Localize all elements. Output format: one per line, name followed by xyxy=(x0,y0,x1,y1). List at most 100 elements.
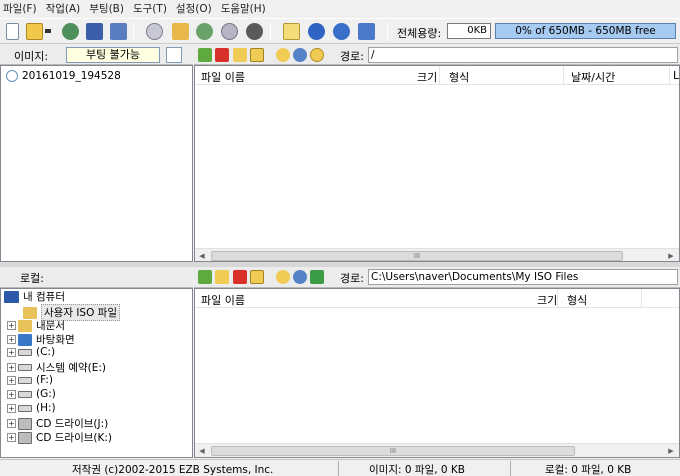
new-folder-icon[interactable] xyxy=(215,270,229,284)
expand-icon[interactable]: + xyxy=(7,419,16,428)
col-filename[interactable]: 파일 이름 xyxy=(201,292,245,308)
tree-item-drive-e[interactable]: + 시스템 예약(E:) xyxy=(7,360,106,375)
tree-item-label: CD 드라이브(K:) xyxy=(36,432,113,444)
open-icon[interactable] xyxy=(26,23,43,40)
tree-item-desktop[interactable]: + 바탕화면 xyxy=(7,332,75,347)
col-type[interactable]: 형식 xyxy=(567,292,587,308)
col-extra[interactable]: L xyxy=(673,69,679,82)
disc-root-icon xyxy=(6,70,18,82)
local-path-field[interactable]: C:\Users\naver\Documents\My ISO Files xyxy=(368,269,678,285)
new-folder-icon[interactable] xyxy=(233,48,247,62)
exit-icon[interactable] xyxy=(358,23,375,40)
image-file-list[interactable]: 파일 이름 크기 형식 날짜/시간 L ◀ III ▶ xyxy=(194,65,680,262)
tree-item-drive-c[interactable]: + (C:) xyxy=(7,346,55,358)
image-column-header: 파일 이름 크기 형식 날짜/시간 L xyxy=(195,66,679,85)
tree-item-documents[interactable]: + 내문서 xyxy=(7,318,65,333)
menu-options[interactable]: 설정(O) xyxy=(176,1,212,16)
expand-icon[interactable]: + xyxy=(7,389,16,399)
add-icon[interactable] xyxy=(276,270,290,284)
menu-boot[interactable]: 부팅(B) xyxy=(89,1,124,16)
menu-file[interactable]: 파일(F) xyxy=(3,1,37,16)
status-bar: 저작권 (c)2002-2015 EZB Systems, Inc. 이미지: … xyxy=(0,459,680,476)
col-type[interactable]: 형식 xyxy=(449,69,469,85)
scroll-right-icon[interactable]: ▶ xyxy=(665,445,677,457)
tree-item-cd-k[interactable]: + CD 드라이브(K:) xyxy=(7,430,112,445)
expand-icon[interactable]: + xyxy=(7,321,16,330)
local-header: 로컬: xyxy=(0,267,193,288)
tree-item-drive-g[interactable]: + (G:) xyxy=(7,388,56,400)
col-filename[interactable]: 파일 이름 xyxy=(201,69,245,85)
expand-icon[interactable]: + xyxy=(7,335,16,344)
tree-item-drive-h[interactable]: + (H:) xyxy=(7,402,56,414)
scroll-thumb[interactable]: III xyxy=(211,251,623,261)
compress-icon[interactable] xyxy=(196,23,213,40)
scroll-thumb[interactable]: III xyxy=(211,446,575,456)
documents-folder-icon xyxy=(18,319,32,332)
expand-icon[interactable]: + xyxy=(7,403,16,413)
capacity-value[interactable]: 0KB xyxy=(447,23,491,39)
add-icon[interactable] xyxy=(276,48,290,62)
tree-item-drive-f[interactable]: + (F:) xyxy=(7,374,53,386)
delete-icon[interactable] xyxy=(233,270,247,284)
scroll-left-icon[interactable]: ◀ xyxy=(196,250,208,261)
local-toolbar: 경로: C:\Users\naver\Documents\My ISO File… xyxy=(194,267,680,288)
save-icon[interactable] xyxy=(86,23,103,40)
expand-icon[interactable]: + xyxy=(7,375,16,385)
local-hscrollbar[interactable]: ◀ III ▶ xyxy=(195,443,679,457)
col-size[interactable]: 크기 xyxy=(417,69,437,85)
rename-icon[interactable] xyxy=(250,48,264,62)
refresh-icon[interactable] xyxy=(310,48,324,62)
image-tree-root[interactable]: 20161019_194528 xyxy=(6,70,121,82)
image-label: 이미지: xyxy=(14,50,49,63)
col-size[interactable]: 크기 xyxy=(537,292,557,308)
open-dropdown-icon[interactable] xyxy=(45,29,51,33)
boot-options-button[interactable] xyxy=(166,47,182,63)
scroll-right-icon[interactable]: ▶ xyxy=(665,250,677,261)
tree-my-computer[interactable]: 내 컴퓨터 xyxy=(4,289,65,304)
local-file-list[interactable]: 파일 이름 크기 형식 ◀ III ▶ xyxy=(194,288,680,458)
drive-icon xyxy=(18,376,32,384)
expand-icon[interactable]: + xyxy=(7,433,16,442)
capacity-label: 전체용량: xyxy=(397,27,442,40)
image-hscrollbar[interactable]: ◀ III ▶ xyxy=(195,248,679,261)
drive-icon xyxy=(18,364,32,371)
menu-help[interactable]: 도움말(H) xyxy=(221,1,266,16)
capacity-bar: 0% of 650MB - 650MB free xyxy=(495,23,676,39)
menu-action[interactable]: 작업(A) xyxy=(46,1,81,16)
local-tree-panel[interactable]: 내 컴퓨터 사용자 ISO 파일 + 내문서 + 바탕화면 + (C:) + 시… xyxy=(0,288,193,458)
image-header: 이미지: 부팅 불가능 xyxy=(0,45,193,65)
col-datetime[interactable]: 날짜/시간 xyxy=(571,69,615,85)
image-path-label: 경로: xyxy=(340,50,364,63)
tree-item-cd-j[interactable]: + CD 드라이브(J:) xyxy=(7,416,108,431)
virtual-drive-icon[interactable] xyxy=(246,23,263,40)
tree-root-label: 내 컴퓨터 xyxy=(23,291,65,303)
delete-icon[interactable] xyxy=(215,48,229,62)
cd-drive-icon xyxy=(18,431,32,444)
burn-icon[interactable] xyxy=(146,23,163,40)
image-tree-panel[interactable]: 20161019_194528 xyxy=(0,65,193,262)
iso-folder-icon xyxy=(23,306,37,319)
menu-tools[interactable]: 도구(T) xyxy=(133,1,167,16)
local-label: 로컬: xyxy=(20,272,44,285)
toolbar-separator xyxy=(387,23,388,41)
properties-icon[interactable] xyxy=(283,23,300,40)
info-icon[interactable] xyxy=(308,23,325,40)
settings-icon[interactable] xyxy=(293,270,307,284)
expand-icon[interactable]: + xyxy=(7,347,16,357)
mount-icon[interactable] xyxy=(172,23,189,40)
save-as-icon[interactable] xyxy=(110,23,127,40)
up-folder-icon[interactable] xyxy=(198,270,212,284)
local-column-header: 파일 이름 크기 형식 xyxy=(195,289,679,308)
help-icon[interactable] xyxy=(333,23,350,40)
new-icon[interactable] xyxy=(6,23,19,40)
scroll-left-icon[interactable]: ◀ xyxy=(196,445,208,457)
rename-icon[interactable] xyxy=(250,270,264,284)
expand-icon[interactable]: + xyxy=(7,363,16,372)
tree-item-label: 바탕화면 xyxy=(36,334,75,346)
up-folder-icon[interactable] xyxy=(198,48,212,62)
disc-image-icon[interactable] xyxy=(221,23,238,40)
image-path-field[interactable]: / xyxy=(368,47,678,63)
refresh-icon[interactable] xyxy=(310,270,324,284)
settings-icon[interactable] xyxy=(293,48,307,62)
extract-icon[interactable] xyxy=(62,23,79,40)
